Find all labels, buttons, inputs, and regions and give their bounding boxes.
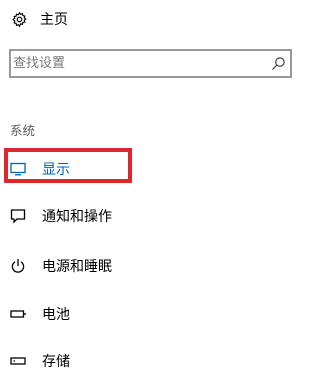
nav-item-storage[interactable]: 存储 [0, 344, 295, 378]
nav-item-power-sleep[interactable]: 电源和睡眠 [0, 249, 295, 283]
search-input[interactable] [13, 51, 263, 76]
notification-icon [10, 208, 26, 224]
nav-item-label: 通知和操作 [42, 209, 112, 225]
battery-icon [10, 306, 26, 322]
search-box[interactable] [9, 49, 292, 78]
section-title: 系统 [10, 123, 36, 138]
nav-item-label: 电源和睡眠 [42, 259, 112, 275]
home-label: 主页 [40, 12, 68, 28]
storage-icon [10, 353, 26, 369]
search-icon[interactable] [271, 56, 286, 71]
nav-item-label: 存储 [42, 354, 70, 370]
nav-item-display[interactable]: 显示 [0, 152, 295, 186]
power-icon [10, 258, 26, 274]
monitor-icon [10, 161, 26, 177]
nav-item-label: 电池 [42, 307, 70, 323]
nav-item-notifications[interactable]: 通知和操作 [0, 199, 295, 233]
gear-icon [10, 10, 28, 28]
nav-item-battery[interactable]: 电池 [0, 297, 295, 331]
home-nav-item[interactable]: 主页 [10, 6, 68, 32]
nav-item-label: 显示 [42, 162, 70, 178]
